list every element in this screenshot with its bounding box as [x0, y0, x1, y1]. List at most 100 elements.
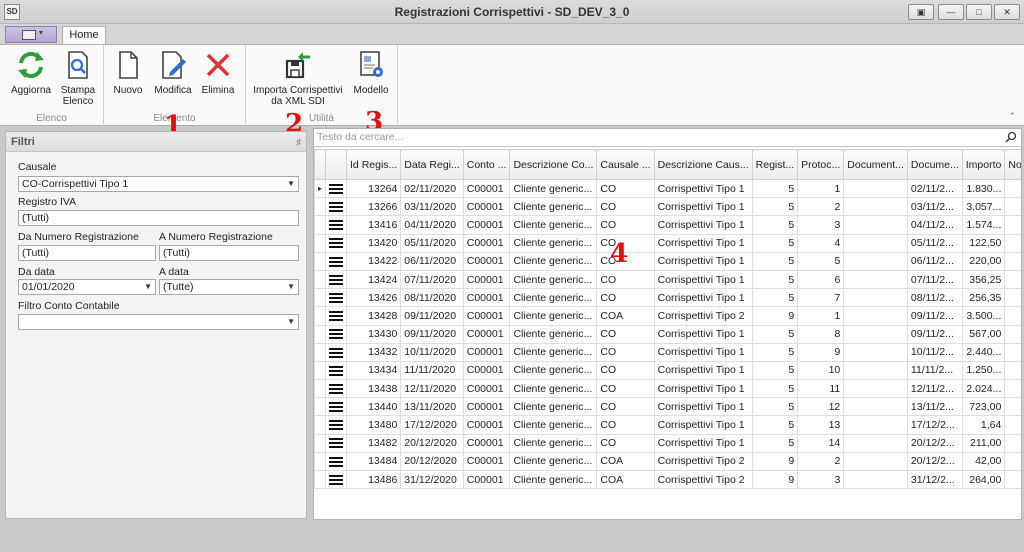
table-row[interactable]: 13482 20/12/2020 C00001 Cliente generic... C…: [314, 433, 1021, 453]
table-row[interactable]: 13416 04/11/2020 C00001 Cliente generic... C…: [314, 215, 1021, 235]
hamburger-menu-icon[interactable]: [329, 183, 344, 194]
hamburger-menu-icon[interactable]: [329, 274, 344, 285]
hamburger-menu-icon[interactable]: [329, 292, 344, 303]
hamburger-menu-icon[interactable]: [329, 438, 344, 449]
conto-select[interactable]: ▼: [18, 314, 299, 330]
column-header[interactable]: Importo: [961, 149, 1006, 180]
column-header[interactable]: Document...: [843, 149, 908, 180]
restore-icon[interactable]: ▣: [908, 4, 934, 20]
row-menu-cell[interactable]: [325, 415, 348, 435]
table-row[interactable]: 13426 08/11/2020 C00001 Cliente generic... C…: [314, 288, 1021, 308]
row-menu-cell[interactable]: [325, 233, 348, 253]
hamburger-menu-icon[interactable]: [329, 456, 344, 467]
table-row[interactable]: 13484 20/12/2020 C00001 Cliente generic... C…: [314, 451, 1021, 472]
table-row[interactable]: 13440 13/11/2020 C00001 Cliente generic... C…: [314, 397, 1021, 417]
dropdown-arrow-icon[interactable]: ▼: [287, 177, 295, 191]
row-menu-cell[interactable]: [325, 379, 348, 399]
table-row[interactable]: ▸ 13264 02/11/2020 C00001 Cliente generic...…: [314, 178, 1021, 199]
row-menu-cell[interactable]: [325, 251, 348, 271]
row-menu-cell[interactable]: [325, 197, 348, 217]
search-input[interactable]: Testo da cercare...: [314, 129, 1021, 147]
table-row[interactable]: 13432 10/11/2020 C00001 Cliente generic... C…: [314, 342, 1021, 362]
dropdown-arrow-icon[interactable]: ▼: [287, 315, 295, 329]
hamburger-menu-icon[interactable]: [329, 365, 344, 376]
column-header[interactable]: Descrizione Co...: [509, 149, 598, 180]
hamburger-menu-icon[interactable]: [329, 420, 344, 431]
table-row[interactable]: 13480 17/12/2020 C00001 Cliente generic... C…: [314, 415, 1021, 435]
row-menu-cell[interactable]: [325, 451, 348, 472]
row-menu-cell[interactable]: [325, 360, 348, 381]
maximize-icon[interactable]: □: [966, 4, 992, 20]
column-header[interactable]: Protoc...: [797, 149, 845, 180]
a-data-select[interactable]: (Tutte) ▼: [159, 279, 299, 295]
template-button[interactable]: Modello: [348, 49, 394, 96]
row-menu-cell[interactable]: [325, 433, 348, 453]
column-header[interactable]: Descrizione Caus...: [653, 149, 753, 180]
table-row[interactable]: 13486 31/12/2020 C00001 Cliente generic... C…: [314, 469, 1021, 490]
a-numero-input[interactable]: (Tutti): [159, 245, 299, 261]
table-row[interactable]: 13434 11/11/2020 C00001 Cliente generic... C…: [314, 360, 1021, 381]
row-menu-cell[interactable]: [325, 397, 348, 417]
pin-icon[interactable]: ♯: [297, 132, 302, 152]
import-xml-button[interactable]: Importa Corrispettivi da XML SDI: [250, 49, 346, 107]
row-menu-cell[interactable]: [325, 469, 348, 490]
row-indicator: [314, 288, 327, 308]
hamburger-menu-icon[interactable]: [329, 256, 344, 267]
table-row[interactable]: 13430 09/11/2020 C00001 Cliente generic... C…: [314, 324, 1021, 344]
close-icon[interactable]: ✕: [994, 4, 1020, 20]
registro-iva-input[interactable]: (Tutti): [18, 210, 299, 226]
search-icon[interactable]: [1005, 131, 1017, 143]
row-menu-cell[interactable]: [325, 269, 348, 290]
column-header[interactable]: Causale ...: [596, 149, 655, 180]
column-header[interactable]: [314, 149, 327, 180]
hamburger-menu-icon[interactable]: [329, 474, 344, 485]
print-list-button[interactable]: Stampa Elenco: [56, 49, 100, 107]
column-header[interactable]: Docume...: [906, 149, 963, 180]
table-row[interactable]: 13422 06/11/2020 C00001 Cliente generic... C…: [314, 251, 1021, 271]
table-row[interactable]: 13424 07/11/2020 C00001 Cliente generic... C…: [314, 269, 1021, 290]
hamburger-menu-icon[interactable]: [329, 383, 344, 394]
column-header[interactable]: [325, 149, 348, 180]
hamburger-menu-icon[interactable]: [329, 311, 344, 322]
row-menu-cell[interactable]: [325, 306, 348, 326]
collapse-ribbon-icon[interactable]: ⌃: [1008, 111, 1016, 122]
da-numero-input[interactable]: (Tutti): [18, 245, 156, 261]
table-cell: Corrispettivi Tipo 2: [653, 306, 753, 326]
table-row[interactable]: 13438 12/11/2020 C00001 Cliente generic... C…: [314, 379, 1021, 399]
column-header[interactable]: Nota Regis...: [1004, 149, 1021, 180]
tab-home[interactable]: Home: [62, 26, 106, 45]
column-header[interactable]: Data Regi...: [400, 149, 464, 180]
column-header[interactable]: Regist...: [751, 149, 799, 180]
template-label: Modello: [353, 85, 389, 96]
row-menu-cell[interactable]: [325, 342, 348, 362]
column-header[interactable]: Conto ...: [462, 149, 511, 180]
hamburger-menu-icon[interactable]: [329, 238, 344, 249]
row-menu-cell[interactable]: [325, 215, 348, 235]
row-menu-cell[interactable]: [325, 288, 348, 308]
column-header[interactable]: Id Regis...: [346, 149, 402, 180]
table-cell: 9: [751, 469, 799, 490]
minimize-icon[interactable]: —: [938, 4, 964, 20]
edit-button[interactable]: Modifica: [152, 49, 194, 96]
table-cell: C00001: [462, 178, 511, 199]
table-row[interactable]: 13266 03/11/2020 C00001 Cliente generic... C…: [314, 197, 1021, 217]
row-menu-cell[interactable]: [325, 178, 348, 199]
dropdown-arrow-icon[interactable]: ▼: [144, 280, 152, 294]
da-data-select[interactable]: 01/01/2020 ▼: [18, 279, 156, 295]
row-menu-cell[interactable]: [325, 324, 348, 344]
hamburger-menu-icon[interactable]: [329, 202, 344, 212]
app-menu-button[interactable]: ▾: [5, 26, 57, 43]
delete-button[interactable]: Elimina: [200, 49, 236, 96]
table-row[interactable]: 13420 05/11/2020 C00001 Cliente generic... C…: [314, 233, 1021, 253]
hamburger-menu-icon[interactable]: [329, 220, 344, 231]
dropdown-arrow-icon[interactable]: ▼: [287, 280, 295, 294]
new-button[interactable]: Nuovo: [110, 49, 146, 96]
hamburger-menu-icon[interactable]: [329, 347, 344, 358]
hamburger-menu-icon[interactable]: [329, 402, 344, 413]
refresh-button[interactable]: Aggiorna: [8, 49, 54, 96]
table-cell: [843, 215, 908, 235]
table-cell: 4: [797, 233, 845, 253]
hamburger-menu-icon[interactable]: [329, 329, 344, 340]
table-row[interactable]: 13428 09/11/2020 C00001 Cliente generic... C…: [314, 306, 1021, 326]
causale-select[interactable]: CO-Corrispettivi Tipo 1 ▼: [18, 176, 299, 192]
